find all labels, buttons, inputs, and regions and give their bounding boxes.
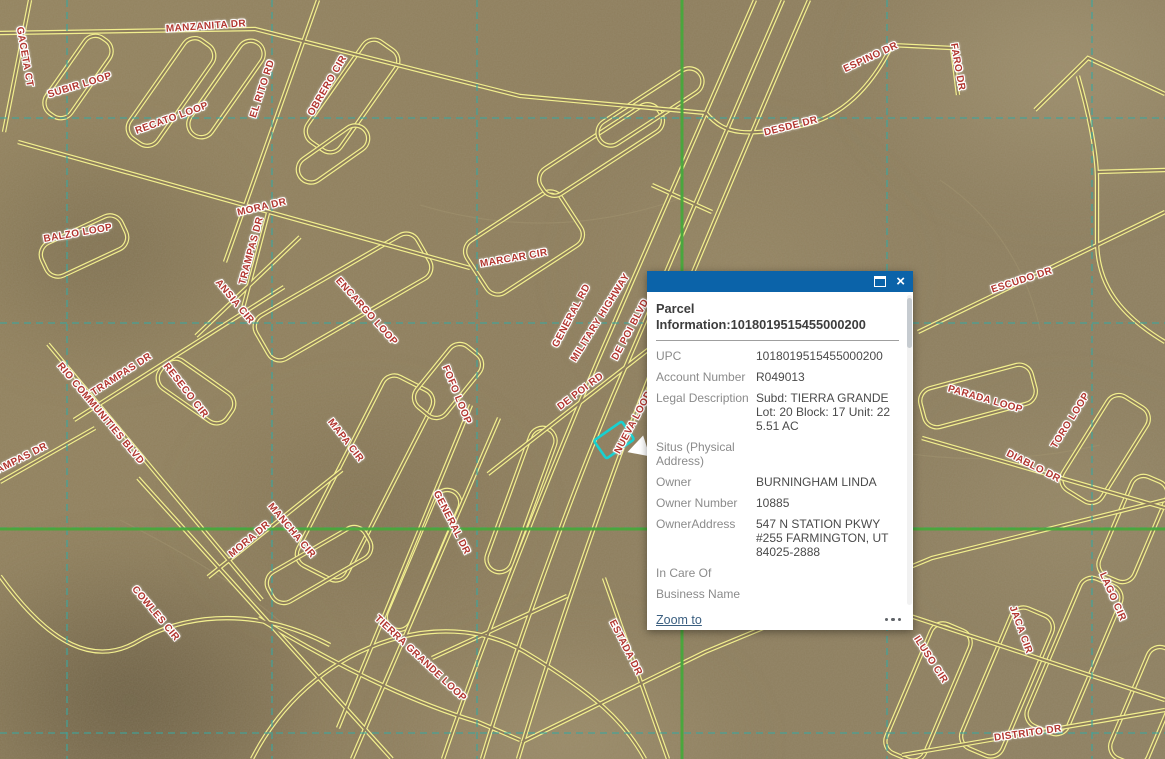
field-value: 10885: [756, 496, 899, 510]
field-value: [756, 566, 899, 580]
field-label: Owner Number: [656, 496, 756, 510]
popup-field-row: Situs (Physical Address): [656, 436, 899, 471]
popup-field-row: OwnerAddress547 N STATION PKWY #255 FARM…: [656, 513, 899, 562]
popup-field-row: OwnerBURNINGHAM LINDA: [656, 471, 899, 492]
field-label: UPC: [656, 349, 756, 363]
popup-field-row: Taxes (Parcel)20: [656, 610, 899, 611]
field-value: 1018019515455000200: [756, 349, 899, 363]
field-label: Legal Description: [656, 391, 756, 433]
field-label: OwnerAddress: [656, 517, 756, 559]
popup-field-row: Business Name: [656, 583, 899, 604]
field-label: Account Number: [656, 370, 756, 384]
popup-scrollbar-thumb[interactable]: [907, 298, 912, 348]
parcel-info-popup: × Parcel Information:1018019515455000200…: [647, 271, 913, 630]
field-label: Situs (Physical Address): [656, 440, 756, 468]
popup-field-row: UPC1018019515455000200: [656, 345, 899, 366]
field-value: 547 N STATION PKWY #255 FARMINGTON, UT 8…: [756, 517, 899, 559]
popup-scrollbar[interactable]: [907, 295, 912, 605]
popup-field-row: In Care Of: [656, 562, 899, 583]
popup-field-row: Legal DescriptionSubd: TIERRA GRANDE Lot…: [656, 387, 899, 436]
map-canvas[interactable]: GACETA CTMANZANITA DRSUBIR LOOPRECATO LO…: [0, 0, 1165, 759]
zoom-to-link[interactable]: Zoom to: [656, 613, 702, 627]
popup-footer: Zoom to: [647, 611, 913, 630]
field-value: [756, 587, 899, 601]
popup-field-row: Account NumberR049013: [656, 366, 899, 387]
field-value: Subd: TIERRA GRANDE Lot: 20 Block: 17 Un…: [756, 391, 899, 433]
popup-titlebar: ×: [647, 271, 913, 292]
field-value: [756, 440, 899, 468]
maximize-icon[interactable]: [874, 276, 886, 287]
field-label: Owner: [656, 475, 756, 489]
close-icon[interactable]: ×: [896, 274, 905, 289]
field-value: R049013: [756, 370, 899, 384]
more-options-icon[interactable]: [882, 618, 902, 622]
popup-body: Parcel Information:1018019515455000200 U…: [647, 292, 913, 611]
popup-field-row: Owner Number10885: [656, 492, 899, 513]
popup-title: Parcel Information:1018019515455000200: [656, 292, 899, 333]
field-value: BURNINGHAM LINDA: [756, 475, 899, 489]
field-label: Business Name: [656, 587, 756, 601]
field-label: In Care Of: [656, 566, 756, 580]
